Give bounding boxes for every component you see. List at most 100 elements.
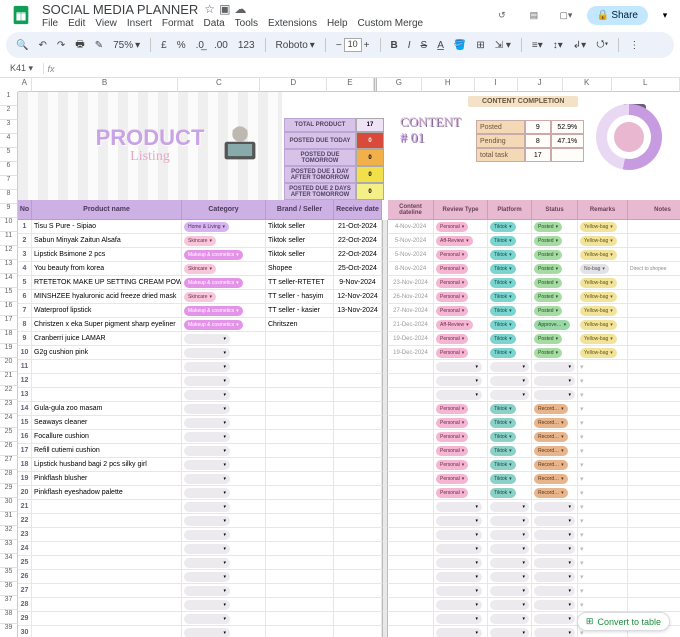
share-caret[interactable]: ▾ — [658, 10, 672, 21]
row-header[interactable]: 16 — [0, 302, 18, 316]
col-header-D[interactable]: D — [260, 78, 326, 92]
row-header[interactable]: 12 — [0, 246, 18, 260]
chip[interactable]: Skincare — [184, 264, 216, 274]
chip[interactable] — [184, 586, 230, 596]
chip[interactable]: Posted — [534, 222, 562, 232]
row-header[interactable]: 6 — [0, 162, 18, 176]
row-header[interactable]: 30 — [0, 498, 18, 512]
col-remarks[interactable]: Remarks — [578, 200, 628, 220]
chip[interactable] — [184, 544, 230, 554]
col-header-E[interactable]: E — [327, 78, 374, 92]
chip[interactable]: Yellow-bag — [580, 250, 617, 260]
chip[interactable] — [184, 418, 230, 428]
col-header-K[interactable]: K — [563, 78, 612, 92]
chip[interactable]: Tiktok — [490, 432, 516, 442]
chip[interactable]: Personal — [436, 488, 468, 498]
row-header[interactable]: 1 — [0, 92, 18, 106]
doc-title[interactable]: SOCIAL MEDIA PLANNER — [42, 2, 198, 17]
chip[interactable]: Tiktok — [490, 418, 516, 428]
row-header[interactable]: 7 — [0, 176, 18, 190]
chip[interactable]: Record… — [534, 404, 568, 414]
col-header-I[interactable]: I — [475, 78, 518, 92]
formula-input[interactable] — [58, 60, 680, 77]
chip[interactable] — [184, 614, 230, 624]
row-header[interactable]: 13 — [0, 260, 18, 274]
print-button[interactable]: 🖶 — [73, 37, 86, 54]
chip[interactable]: Posted — [534, 348, 562, 358]
chip[interactable]: Record… — [534, 432, 568, 442]
chip[interactable]: Personal — [436, 278, 468, 288]
chip[interactable] — [184, 516, 230, 526]
chip[interactable]: Skincare — [184, 236, 216, 246]
chip[interactable]: Personal — [436, 474, 468, 484]
row-header[interactable]: 14 — [0, 274, 18, 288]
chip[interactable]: Posted — [534, 236, 562, 246]
col-header-L[interactable]: L — [612, 78, 680, 92]
rotate-button[interactable]: ⭯▾ — [594, 37, 610, 54]
share-button[interactable]: 🔒 Share — [587, 6, 648, 25]
chip[interactable]: Tiktok — [490, 488, 516, 498]
chip[interactable]: Yellow-bag — [580, 348, 617, 358]
chip[interactable]: Personal — [436, 292, 468, 302]
chip[interactable]: Tiktok — [490, 446, 516, 456]
chip[interactable]: Aff-Review — [436, 236, 473, 246]
halign-button[interactable]: ≡▾ — [530, 40, 545, 51]
textcolor-button[interactable]: A — [435, 40, 446, 51]
zoom-select[interactable]: 75% ▾ — [111, 40, 142, 51]
star-icon[interactable]: ☆ — [204, 2, 215, 16]
chip[interactable]: Tiktok — [490, 306, 516, 316]
chip[interactable] — [184, 460, 230, 470]
chip[interactable]: Yellow-bag — [580, 334, 617, 344]
chip[interactable]: Personal — [436, 348, 468, 358]
font-select[interactable]: Roboto ▾ — [274, 40, 317, 51]
italic-button[interactable]: I — [406, 40, 413, 51]
chip[interactable]: Posted — [534, 292, 562, 302]
move-icon[interactable]: ▣ — [219, 2, 230, 16]
col-header-H[interactable]: H — [422, 78, 475, 92]
strike-button[interactable]: S — [419, 40, 430, 51]
chip[interactable]: Tiktok — [490, 278, 516, 288]
menu-help[interactable]: Help — [327, 18, 348, 29]
col-receive-date[interactable]: Receive date — [334, 200, 382, 220]
chip[interactable]: Tiktok — [490, 222, 516, 232]
chip[interactable]: Tiktok — [490, 404, 516, 414]
row-header[interactable]: 22 — [0, 386, 18, 400]
menu-data[interactable]: Data — [204, 18, 225, 29]
row-header[interactable]: 9 — [0, 204, 18, 218]
chip[interactable]: Approve… — [534, 320, 570, 330]
menu-format[interactable]: Format — [162, 18, 194, 29]
chip[interactable] — [184, 628, 230, 637]
chip[interactable]: Posted — [534, 264, 562, 274]
row-header[interactable]: 29 — [0, 484, 18, 498]
chip[interactable] — [184, 404, 230, 414]
font-size[interactable]: − 10 + — [334, 38, 372, 52]
row-header[interactable]: 20 — [0, 358, 18, 372]
col-header-A[interactable]: A — [18, 78, 32, 92]
col-content-dateline[interactable]: Content dateline — [388, 200, 434, 220]
row-header[interactable]: 21 — [0, 372, 18, 386]
row-headers[interactable]: 1234567891011121314151617181920212223242… — [0, 92, 18, 637]
row-header[interactable]: 31 — [0, 512, 18, 526]
chip[interactable] — [184, 446, 230, 456]
menu-view[interactable]: View — [95, 18, 117, 29]
chip[interactable]: Tiktok — [490, 250, 516, 260]
chip[interactable]: Tiktok — [490, 460, 516, 470]
chip[interactable]: Personal — [436, 404, 468, 414]
percent-button[interactable]: % — [175, 40, 188, 51]
chip[interactable]: Makeup & cosmetics — [184, 320, 243, 330]
col-header-J[interactable]: J — [518, 78, 563, 92]
chip[interactable]: No-bag — [580, 264, 609, 274]
valign-button[interactable]: ↕▾ — [551, 40, 565, 51]
chip[interactable]: Personal — [436, 222, 468, 232]
bold-button[interactable]: B — [389, 40, 400, 51]
more-icon[interactable]: ⋮ — [627, 40, 641, 51]
chip[interactable]: Personal — [436, 306, 468, 316]
chip[interactable]: Record… — [534, 474, 568, 484]
chip[interactable]: Yellow-bag — [580, 320, 617, 330]
name-box[interactable]: K41 ▾ — [0, 63, 44, 74]
wrap-button[interactable]: ↲▾ — [571, 40, 588, 51]
menu-file[interactable]: File — [42, 18, 58, 29]
row-header[interactable]: 8 — [0, 190, 18, 204]
chip[interactable] — [184, 572, 230, 582]
col-review-type[interactable]: Review Type — [434, 200, 488, 220]
